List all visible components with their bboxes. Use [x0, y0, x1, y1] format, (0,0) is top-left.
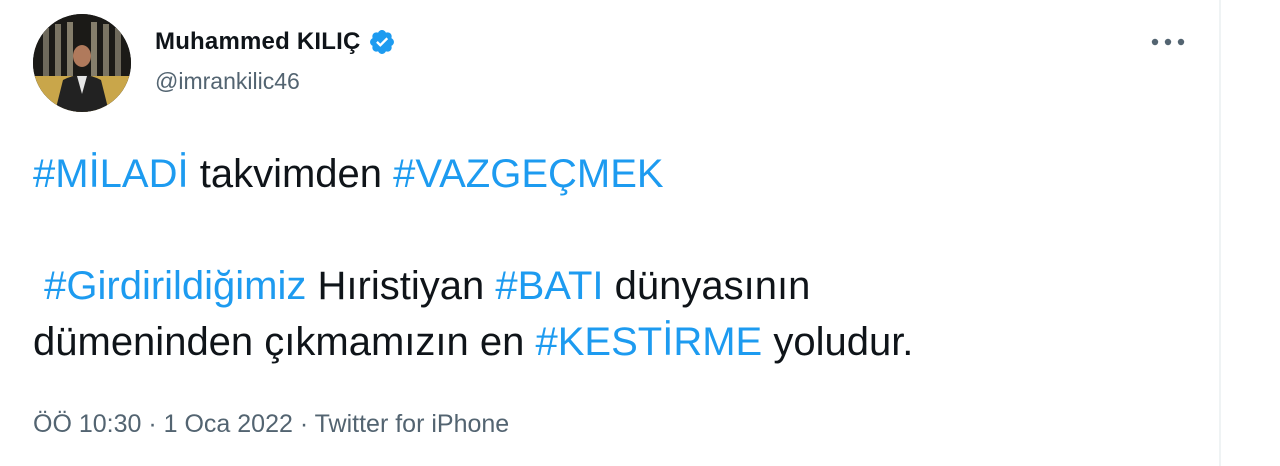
tweet-text-segment: yoludur.: [762, 320, 914, 364]
tweet-text: #MİLADİ takvimden #VAZGEÇMEK #Girdirildi…: [33, 146, 1203, 370]
verified-badge-icon: [368, 28, 396, 56]
hashtag-miladi[interactable]: #MİLADİ: [33, 152, 189, 196]
more-options-button[interactable]: [1148, 26, 1188, 58]
hashtag-bati[interactable]: #BATI: [495, 264, 603, 308]
card-border: [1219, 0, 1221, 466]
avatar[interactable]: [33, 14, 131, 112]
tweet-text-segment: dümeninden çıkmamızın en: [33, 320, 536, 364]
tweet-date[interactable]: 1 Oca 2022: [164, 410, 293, 438]
more-options-icon: [1151, 38, 1185, 46]
tweet-text-segment: [33, 264, 44, 308]
tweet-meta: ÖÖ 10:30 · 1 Oca 2022 · Twitter for iPho…: [33, 410, 509, 439]
tweet-text-segment: Hıristiyan: [306, 264, 496, 308]
tweet-source[interactable]: Twitter for iPhone: [315, 410, 510, 438]
tweet-time[interactable]: ÖÖ 10:30: [33, 410, 141, 438]
author-name-row: Muhammed KILIÇ: [155, 24, 396, 60]
tweet-card: Muhammed KILIÇ @imrankilic46 #MİLADİ tak…: [0, 0, 1280, 466]
meta-separator: ·: [292, 410, 315, 438]
tweet-text-segment: dünyasının: [603, 264, 811, 308]
meta-separator: ·: [141, 410, 164, 438]
tweet-text-segment: takvimden: [188, 152, 394, 196]
tweet-line-2: #Girdirildiğimiz Hıristiyan #BATI dünyas…: [33, 258, 1203, 314]
author-display-name[interactable]: Muhammed KILIÇ: [155, 28, 360, 56]
hashtag-kestirme[interactable]: #KESTİRME: [535, 320, 762, 364]
avatar-image: [33, 14, 131, 112]
tweet-line-1: #MİLADİ takvimden #VAZGEÇMEK: [33, 146, 1203, 202]
author-handle[interactable]: @imrankilic46: [155, 68, 300, 95]
hashtag-vazgecmek[interactable]: #VAZGEÇMEK: [393, 152, 663, 196]
hashtag-girdirildigimiz[interactable]: #Girdirildiğimiz: [44, 264, 306, 308]
tweet-line-3: dümeninden çıkmamızın en #KESTİRME yolud…: [33, 314, 1203, 370]
